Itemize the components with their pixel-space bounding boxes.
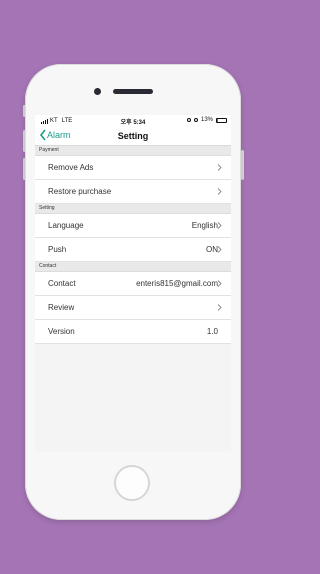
row-label: Version — [48, 327, 75, 336]
navigation-bar: Alarm Setting — [35, 127, 231, 146]
contact-email: enteris815@gmail.com — [136, 279, 218, 288]
chevron-right-icon — [217, 164, 222, 171]
row-label: Contact — [48, 279, 76, 288]
row-label: Push — [48, 245, 67, 254]
contact-row[interactable]: Contact enteris815@gmail.com — [35, 272, 231, 296]
version-value: 1.0 — [206, 327, 218, 336]
front-camera — [94, 88, 101, 95]
status-right: 13% — [186, 117, 227, 123]
chevron-right-icon — [217, 222, 222, 229]
section-header-setting: Setting — [35, 204, 231, 214]
review-row[interactable]: Review — [35, 296, 231, 320]
alarm-clock-icon — [193, 118, 198, 122]
section-header-payment: Payment — [35, 146, 231, 156]
row-label: Remove Ads — [48, 163, 94, 172]
chevron-right-icon — [217, 246, 222, 253]
restore-purchase-row[interactable]: Restore purchase — [35, 180, 231, 204]
row-label: Language — [48, 221, 84, 230]
battery-icon — [216, 117, 227, 123]
row-label: Review — [48, 303, 75, 312]
chevron-right-icon — [217, 188, 222, 195]
push-row[interactable]: Push ON — [35, 238, 231, 262]
status-bar: KT LTE 오후 5:34 13% — [35, 115, 231, 127]
battery-percent: 13% — [200, 117, 213, 123]
location-icon — [186, 118, 191, 122]
section-header-contact: Contact — [35, 262, 231, 272]
remove-ads-row[interactable]: Remove Ads — [35, 156, 231, 180]
chevron-right-icon — [217, 280, 222, 287]
version-row: Version 1.0 — [35, 320, 231, 344]
earpiece-speaker — [113, 89, 153, 94]
language-row[interactable]: Language English — [35, 214, 231, 238]
chevron-right-icon — [217, 304, 222, 311]
power-button — [241, 150, 244, 180]
home-button[interactable] — [114, 465, 150, 501]
language-value: English — [191, 221, 218, 230]
page-title: Setting — [117, 131, 149, 141]
app-screen: KT LTE 오후 5:34 13% Alarm Setting Payment… — [35, 115, 231, 452]
empty-area — [35, 344, 231, 452]
row-label: Restore purchase — [48, 187, 112, 196]
